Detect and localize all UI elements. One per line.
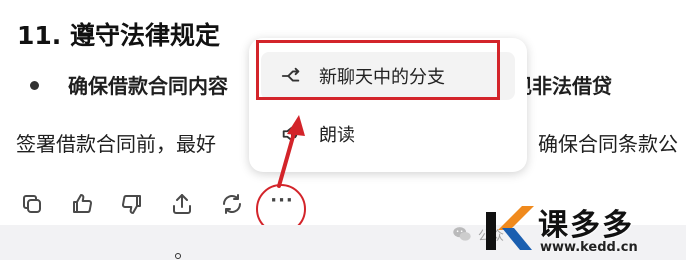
kedd-brand-url: www.kedd.cn — [540, 240, 638, 255]
annotation-highlight-box — [256, 40, 500, 100]
paragraph-text-right: 确保合同条款公 — [538, 132, 678, 156]
bullet-dot — [30, 81, 39, 90]
thumbs-down-button[interactable] — [116, 189, 148, 219]
regenerate-button[interactable] — [216, 189, 248, 219]
thumbs-up-icon — [73, 194, 92, 213]
speaker-icon — [279, 122, 303, 146]
copy-button[interactable] — [16, 189, 48, 219]
wechat-icon — [453, 227, 471, 241]
paragraph-text-left: 签署借款合同前，最好 — [16, 132, 216, 156]
kedd-brand-name: 课多多 — [538, 208, 634, 243]
refresh-icon — [223, 194, 241, 214]
menu-item-read-aloud[interactable]: 朗读 — [261, 110, 515, 158]
thumbs-up-button[interactable] — [66, 189, 98, 219]
copy-icon — [23, 195, 41, 213]
share-button[interactable] — [166, 189, 198, 219]
section-heading: 11. 遵守法律规定 — [17, 21, 220, 50]
thumbs-down-icon — [122, 195, 141, 214]
menu-item-read-label: 朗读 — [319, 125, 355, 146]
cursor-dot — [175, 253, 181, 259]
bullet-text-left: 确保借款合同内容 — [68, 74, 228, 98]
kedd-logo: 课多多 www.kedd.cn — [480, 198, 686, 260]
kedd-k-icon — [486, 206, 534, 250]
share-icon — [173, 194, 191, 214]
